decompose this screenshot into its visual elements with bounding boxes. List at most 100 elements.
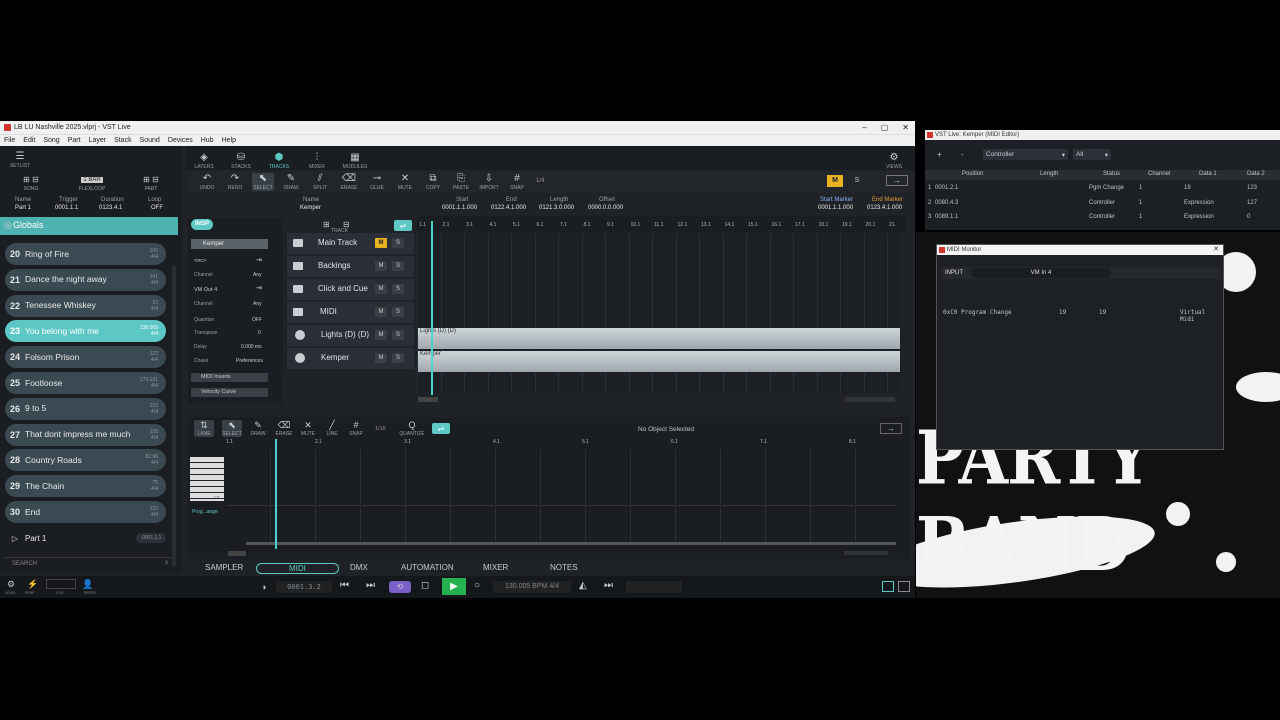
tab-midi[interactable]: MIDI [256, 563, 339, 574]
nav-layers[interactable]: ◈ LAYERS [192, 152, 216, 170]
mute-button[interactable]: M [375, 353, 387, 363]
quantize-value[interactable]: OFF [252, 317, 262, 323]
editor-tool-snap[interactable]: # SNAP [346, 420, 366, 437]
menu-item[interactable]: Layer [89, 135, 107, 146]
tool-mute[interactable]: ✕ MUTE [394, 173, 416, 191]
tab-sampler[interactable]: SAMPLER [205, 563, 243, 572]
midi-output[interactable]: VM Out 4 [194, 287, 217, 293]
skip-forward-icon[interactable]: ⏭ [366, 580, 375, 591]
track-row[interactable]: Click and Cue M S [287, 279, 414, 300]
peers-icon[interactable]: 👤 [82, 579, 93, 590]
menu-item[interactable]: Stack [114, 135, 132, 146]
tool-erase[interactable]: ⌫ ERASE [338, 173, 360, 191]
add-track-icon[interactable]: ⊞ [323, 220, 330, 229]
link-icon[interactable]: ⇌ [394, 220, 412, 231]
tab-dmx[interactable]: DMX [350, 563, 368, 572]
menu-item[interactable]: Song [43, 135, 59, 146]
event-row[interactable]: 3 0089.1.1 Controller 1 Expression 0 [925, 211, 1280, 225]
editor-tool-erase[interactable]: ⌫ ERASE [274, 420, 294, 437]
globals-header[interactable]: ◎ Globals [0, 217, 178, 235]
input-channel[interactable]: Any [253, 272, 262, 278]
nav-stacks[interactable]: ⛁ STACKS [229, 152, 253, 170]
next-song-icon[interactable]: ⏭ [604, 580, 613, 591]
play-icon[interactable]: ▶ [442, 578, 466, 595]
menu-item[interactable]: Devices [168, 135, 193, 146]
transpose-value[interactable]: 0 [258, 330, 261, 336]
editor-tool-line[interactable]: ╱ LINE [322, 420, 342, 437]
maximize-icon[interactable]: ▢ [881, 121, 889, 134]
metronome-icon[interactable]: ◑ [261, 582, 266, 592]
solo-button[interactable]: S [392, 284, 404, 294]
layout-icon[interactable] [882, 581, 894, 592]
solo-button[interactable]: S [392, 353, 404, 363]
tool-split[interactable]: ⫽ SPLIT [309, 173, 331, 191]
track-row[interactable]: Backings M S [287, 256, 414, 277]
note-grid[interactable] [226, 449, 896, 504]
nav-mixer[interactable]: ⫶ MIXER [305, 152, 329, 170]
input-arrow-icon[interactable]: ⇥ [256, 256, 262, 264]
tool-snap[interactable]: # SNAP [506, 173, 528, 191]
chase-value[interactable]: Preferences [236, 358, 263, 364]
menu-item[interactable]: Edit [23, 135, 35, 146]
track-row[interactable]: MIDI M S [287, 302, 414, 323]
menu-item[interactable]: Part [68, 135, 81, 146]
tool-copy[interactable]: ⧉ COPY [422, 173, 444, 191]
tab-mixer[interactable]: MIXER [483, 563, 508, 572]
tap-tempo-icon[interactable]: ◭ [579, 580, 587, 591]
editor-tool-select[interactable]: ⬉ SELECT [222, 420, 242, 437]
output-arrow-icon[interactable]: ⇥ [256, 284, 262, 292]
solo-button[interactable]: S [392, 238, 404, 248]
tool-import[interactable]: ⇩ IMPORT [478, 173, 500, 191]
skip-back-icon[interactable]: ⏮ [340, 580, 349, 591]
event-row[interactable]: 1 0001.2.1 Pgm Change 1 19 123 [925, 182, 1280, 196]
part-row[interactable]: ▷ Part 1 0001.1.1 [5, 527, 166, 549]
delay-value[interactable]: 0.000 ms [241, 344, 262, 350]
stop-icon[interactable]: ◻ [421, 580, 429, 591]
master-mute-button[interactable]: M [827, 175, 843, 187]
level-icon[interactable]: ⚙ [7, 579, 15, 590]
perf-icon[interactable]: ⚡ [27, 579, 38, 590]
setlist-scrollbar[interactable] [172, 266, 176, 566]
setlist-item[interactable]: 22 Tenessee Whiskey 53 4/4 [5, 294, 166, 317]
remove-icon[interactable]: - [961, 150, 964, 159]
tool-select[interactable]: ⬉ SELECT [252, 173, 274, 191]
close-icon[interactable]: ✕ [1213, 245, 1219, 255]
track-row[interactable]: Main Track M S [287, 233, 414, 254]
setlist-item[interactable]: 20 Ring of Fire 106 4/4 [5, 243, 166, 265]
midi-monitor-titlebar[interactable]: MIDI Monitor ✕ [937, 245, 1223, 255]
event-row[interactable]: 2 0080.4.3 Controller 1 Expression 127 [925, 197, 1280, 211]
record-icon[interactable]: ○ [474, 580, 480, 591]
cycle-icon[interactable]: ⟲ [389, 581, 411, 593]
editor-quantize[interactable]: Q QUANTIZE [398, 420, 426, 437]
editor-ruler[interactable]: 1.1 2.1 3.1 4.1 5.1 6.1 7.1 8.1 [226, 439, 896, 448]
flexloop-control[interactable]: 1 BAR FLEXLOOP [72, 174, 112, 192]
filter-select-2[interactable]: All ▾ [1073, 149, 1111, 160]
controller-lane-label[interactable]: Prog...ange [192, 509, 218, 515]
menu-item[interactable]: Help [222, 135, 236, 146]
editor-snap-value[interactable]: 1/16 [375, 426, 386, 432]
track-row[interactable]: Kemper M S [287, 348, 414, 369]
tool-paste[interactable]: ⎘ PASTE [450, 173, 472, 191]
search-bar[interactable]: SEARCH x [4, 557, 174, 569]
tool-glue[interactable]: ⊸ GLUE [366, 173, 388, 191]
inspector-track-name[interactable]: Kemper [191, 239, 268, 249]
editor-hscroll[interactable] [246, 542, 896, 545]
midi-input[interactable]: <nc> [194, 258, 206, 264]
tab-automation[interactable]: AUTOMATION [401, 563, 454, 572]
menu-item[interactable]: Hub [201, 135, 214, 146]
mute-button[interactable]: M [375, 238, 387, 248]
setlist-item[interactable]: 29 The Chain 75 4/4 [5, 475, 166, 498]
add-icon[interactable]: + [937, 150, 942, 159]
h-scroll-thumb[interactable] [418, 397, 438, 402]
search-input[interactable]: SEARCH [12, 561, 37, 567]
snap-value[interactable]: 1/4 [536, 178, 544, 184]
setlist-item[interactable]: 28 Country Roads 82.96 4/4 [5, 449, 166, 472]
position-display[interactable]: 0001.3.2 [276, 581, 332, 593]
controller-lane[interactable] [226, 505, 896, 543]
solo-button[interactable]: S [392, 261, 404, 271]
menu-item[interactable]: Sound [140, 135, 160, 146]
minimize-icon[interactable]: – [862, 121, 866, 134]
setlist-item[interactable]: 23 You belong with me 130.005 4/4 [5, 320, 166, 343]
solo-button[interactable]: S [392, 330, 404, 340]
editor-scroll-thumb[interactable] [228, 551, 246, 556]
